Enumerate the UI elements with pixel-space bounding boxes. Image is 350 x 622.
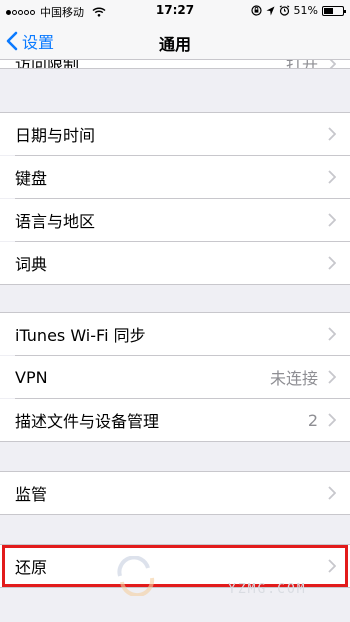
list-item-reset[interactable]: 还原 <box>0 545 350 587</box>
list-item-label: 访问限制 <box>15 60 286 68</box>
chevron-right-icon <box>328 559 336 573</box>
list-item-keyboard[interactable]: 键盘 <box>0 156 350 198</box>
list-item-supervision[interactable]: 监管 <box>0 472 350 514</box>
list-item-label: 语言与地区 <box>15 212 96 231</box>
list-item-profiles[interactable]: 描述文件与设备管理 2 <box>0 399 350 441</box>
list-item-label: 描述文件与设备管理 <box>15 412 160 431</box>
chevron-right-icon <box>328 370 336 384</box>
list-item-detail: 未连接 <box>269 369 318 388</box>
list-item-dictionary[interactable]: 词典 <box>0 242 350 284</box>
list-item-label: 键盘 <box>15 169 48 188</box>
status-bar: 中国移动 17:27 51% <box>0 0 350 22</box>
list-item-detail: 打开 <box>286 60 318 68</box>
list-item-itunes-wifi-sync[interactable]: iTunes Wi-Fi 同步 <box>0 313 350 355</box>
location-icon <box>266 6 275 15</box>
list-item-label: iTunes Wi-Fi 同步 <box>15 326 146 345</box>
chevron-right-icon <box>328 256 336 270</box>
alarm-icon <box>279 5 289 16</box>
settings-list[interactable]: 访问限制 打开 日期与时间 键盘 语言与地区 词典 iTunes Wi-Fi 同… <box>0 60 350 622</box>
list-item-label: 词典 <box>15 255 48 274</box>
list-item-label: VPN <box>15 367 48 387</box>
list-item-label: 日期与时间 <box>15 126 96 145</box>
chevron-right-icon <box>329 60 336 68</box>
navigation-bar: 设置 通用 <box>0 22 350 60</box>
watermark-logo-icon <box>117 556 155 596</box>
list-item-vpn[interactable]: VPN 未连接 <box>0 356 350 398</box>
chevron-right-icon <box>328 413 336 427</box>
watermark-text: YZMG.COM <box>228 582 307 597</box>
battery-icon <box>322 5 346 16</box>
list-item-date-time[interactable]: 日期与时间 <box>0 113 350 155</box>
chevron-right-icon <box>328 213 336 227</box>
list-item-detail: 2 <box>307 410 318 430</box>
chevron-right-icon <box>328 486 336 500</box>
list-item-label: 监管 <box>15 485 48 504</box>
list-item-restrictions[interactable]: 访问限制 打开 <box>0 60 350 68</box>
list-item-label: 还原 <box>15 558 48 577</box>
page-title: 通用 <box>158 35 191 54</box>
orientation-lock-icon <box>250 5 262 16</box>
list-item-language-region[interactable]: 语言与地区 <box>0 199 350 241</box>
battery-percent: 51% <box>293 4 318 17</box>
chevron-right-icon <box>328 327 336 341</box>
chevron-right-icon <box>328 170 336 184</box>
chevron-right-icon <box>328 127 336 141</box>
